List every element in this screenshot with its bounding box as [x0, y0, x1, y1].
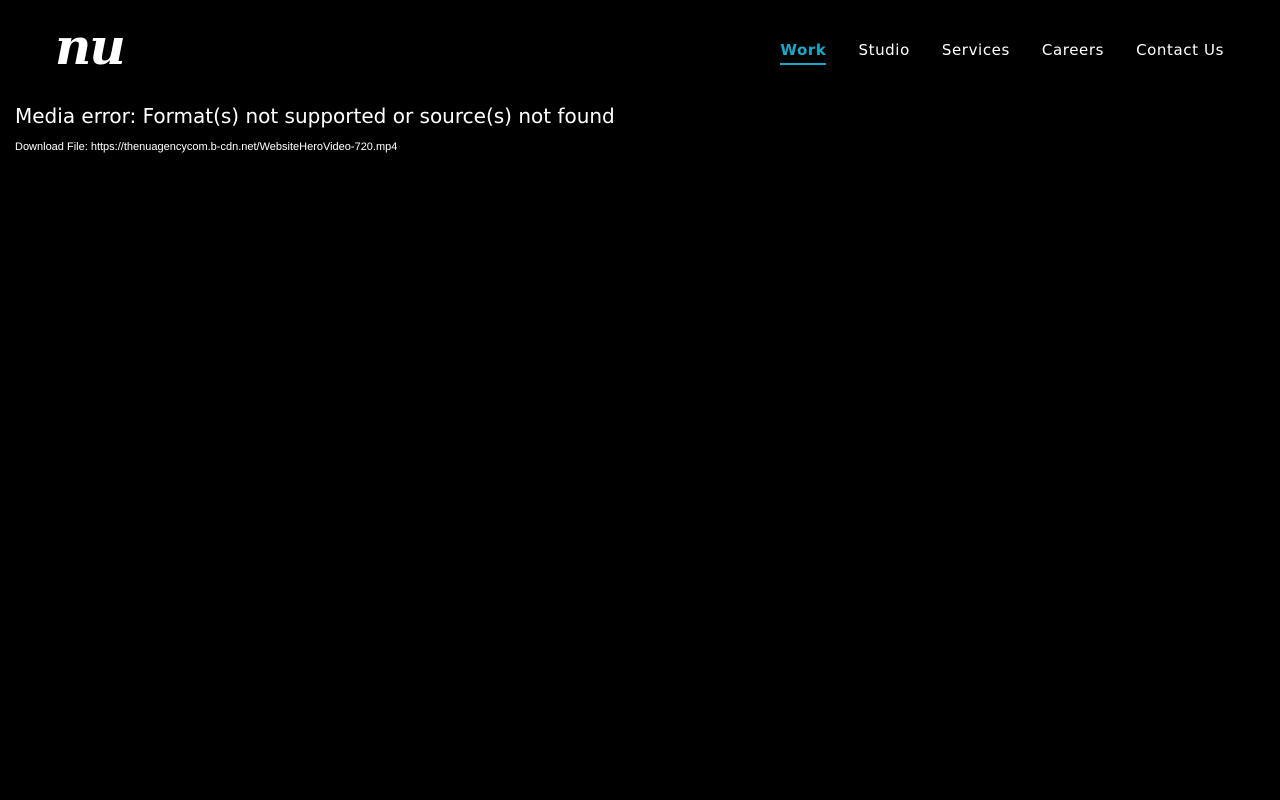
nav-item-contact-us[interactable]: Contact Us [1136, 40, 1224, 65]
download-file-link[interactable]: https://thenuagencycom.b-cdn.net/Website… [91, 141, 398, 153]
media-error-panel: Media error: Format(s) not supported or … [15, 102, 1265, 154]
media-error-message: Media error: Format(s) not supported or … [15, 104, 615, 128]
nu-logo[interactable]: nu [55, 22, 126, 72]
download-file-label: Download File: [15, 141, 91, 153]
nav-item-services[interactable]: Services [942, 40, 1010, 65]
nav-item-studio[interactable]: Studio [858, 40, 909, 65]
nav-item-careers[interactable]: Careers [1042, 40, 1104, 65]
download-file-line: Download File: https://thenuagencycom.b-… [15, 140, 1265, 154]
main-nav: Work Studio Services Careers Contact Us [780, 40, 1224, 65]
site-header: nu Work Studio Services Careers Contact … [0, 0, 1280, 100]
nav-item-work[interactable]: Work [780, 40, 827, 65]
